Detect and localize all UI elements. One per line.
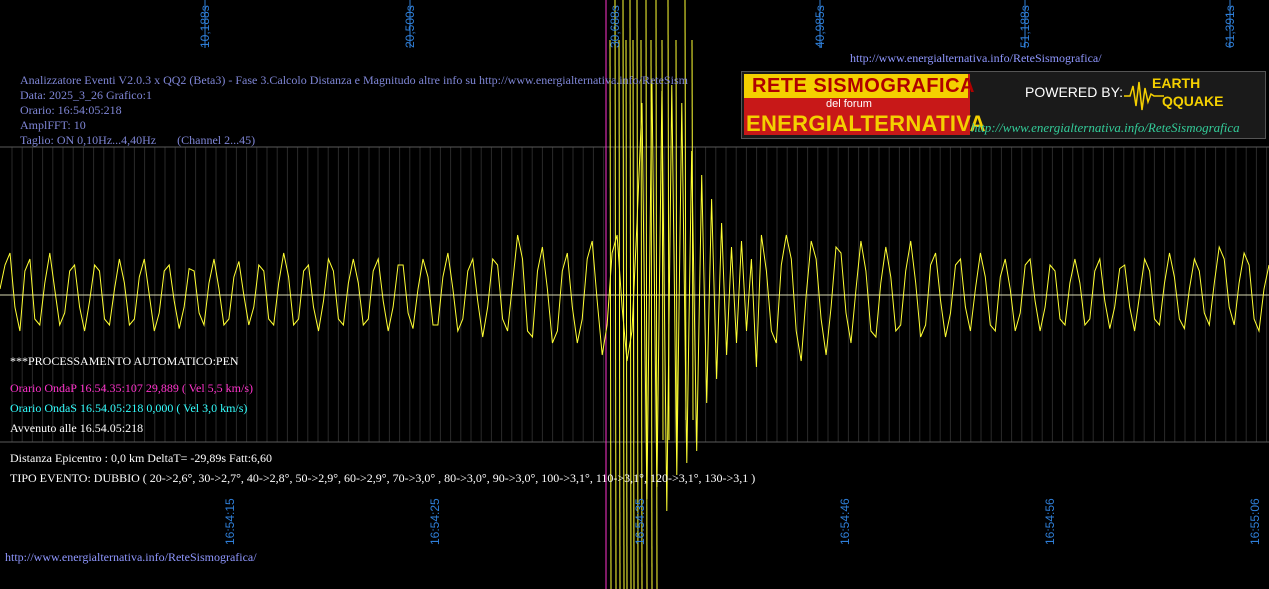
logo-rete-text: RETE SISMOGRAFICA [752,75,975,97]
burst-spike [661,39,664,441]
footer-url-link[interactable]: http://www.energialternativa.info/ReteSi… [5,550,257,564]
title-line: Analizzatore Eventi V2.0.3 x QQ2 (Beta3)… [20,73,688,87]
burst-spike [655,0,658,589]
rete-sismografica-logo: RETE SISMOGRAFICA del forum ENERGIALTERN… [741,71,1266,139]
onda-s-line: Orario OndaS 16.54.05:218 0,000 ( Vel 3,… [10,401,248,415]
top-tick-label: 51,188s [1018,5,1032,48]
burst-spike [614,0,617,589]
top-tick-label: 20,500s [403,5,417,48]
burst-spike [618,39,621,589]
distanza-line: Distanza Epicentro : 0,0 km DeltaT= -29,… [10,451,273,465]
avvenuto-line: Avvenuto alle 16.54.05:218 [10,421,144,435]
logo-url-link[interactable]: http://www.energialternativa.info/ReteSi… [971,120,1240,136]
top-tick-label: 40,985s [813,5,827,48]
logo-energia-text: ENERGIALTERNATIVA [746,111,986,136]
bottom-tick-label: 16:55:06 [1248,498,1262,545]
burst-spike [629,0,632,589]
logo-earth-text: EARTH [1152,75,1201,91]
top-tick-label: 10,188s [198,5,212,48]
bottom-tick-label: 16:54:46 [838,498,852,545]
tipo-evento-line: TIPO EVENTO: DUBBIO ( 20->2,6°, 30->2,7°… [10,471,756,485]
bottom-tick-label: 16:54:56 [1043,498,1057,545]
bottom-tick-label: 16:54:25 [428,498,442,545]
taglio-line: Taglio: ON 0,10Hz...4,40Hz (Channel 2...… [20,133,256,147]
top-tick-label: 61,391s [1223,5,1237,48]
burst-spike [675,39,678,441]
top-tick-label: 30,688s [608,5,622,48]
orario-line: Orario: 16:54:05:218 [20,103,122,117]
bottom-tick-label: 16:54:35 [633,498,647,545]
burst-spike [625,39,628,589]
logo-forum-text: del forum [826,98,872,110]
processing-status: ***PROCESSAMENTO AUTOMATICO:PEN [10,354,239,368]
burst-spike [622,0,625,589]
bottom-tick-label: 16:54:15 [223,498,237,545]
ampl-line: AmplFFT: 10 [20,118,86,132]
burst-spike [691,39,694,421]
data-line: Data: 2025_3_26 Grafico:1 [20,88,152,102]
top-url-link[interactable]: http://www.energialternativa.info/ReteSi… [850,51,1102,65]
burst-spike [609,39,612,589]
onda-p-line: Orario OndaP 16.54.35:107 29,889 ( Vel 5… [10,381,253,395]
logo-quake-text: QQUAKE [1162,93,1224,109]
vertical-grid [11,0,1268,442]
logo-powered-text: POWERED BY: [1025,84,1124,100]
